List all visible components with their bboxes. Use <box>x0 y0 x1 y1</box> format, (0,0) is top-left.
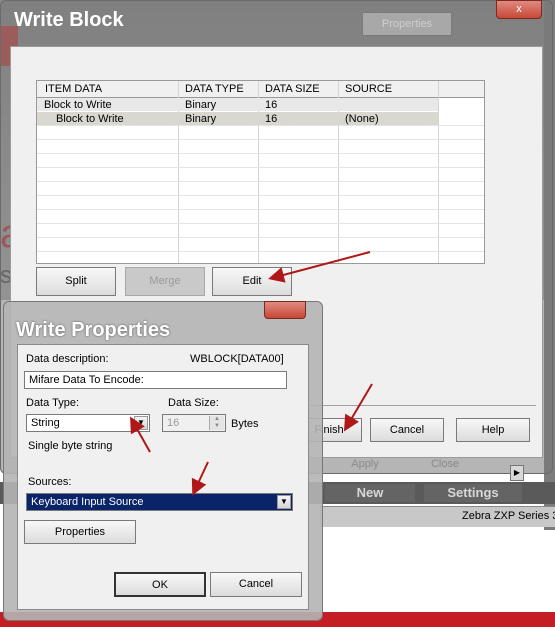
grid-row-line <box>37 181 484 182</box>
grid-row-line <box>37 209 484 210</box>
chevron-down-icon[interactable]: ▼ <box>134 416 148 430</box>
grid-column-line <box>438 81 439 263</box>
table-row[interactable]: Block to Write Binary 16 <box>37 98 438 111</box>
data-description-id: WBLOCK[DATA00] <box>190 353 284 365</box>
cell-source: (None) <box>345 113 379 125</box>
cell-item-data: Block to Write <box>44 99 112 111</box>
tab-settings[interactable]: Settings <box>424 484 522 502</box>
ok-button[interactable]: OK <box>114 572 206 597</box>
separator <box>296 405 536 406</box>
cell-data-size: 16 <box>265 113 278 125</box>
grid-row-line <box>37 223 484 224</box>
data-type-dropdown[interactable]: String ▼ <box>26 414 150 432</box>
write-block-close-button[interactable]: x <box>496 0 542 19</box>
grid-row-line <box>37 153 484 154</box>
write-properties-title: Write Properties <box>16 319 171 341</box>
grid-row-line <box>37 195 484 196</box>
cell-data-type: Binary <box>185 113 217 125</box>
cell-data-type: Binary <box>185 99 217 111</box>
grid-row-line <box>37 139 484 140</box>
properties-button[interactable]: Properties <box>24 520 136 544</box>
data-size-label: Data Size: <box>168 397 219 409</box>
cancel-button[interactable]: Cancel <box>370 418 444 442</box>
grid-row-line <box>37 251 484 252</box>
write-properties-close-button[interactable] <box>264 301 306 319</box>
table-row[interactable]: Block to Write Binary 16 (None) <box>37 112 438 125</box>
split-button[interactable]: Split <box>36 267 116 296</box>
block-data-grid: ITEM DATA DATA TYPE DATA SIZE SOURCE Blo… <box>36 80 485 264</box>
column-header-data-type[interactable]: DATA TYPE <box>185 81 244 97</box>
grid-row-line <box>37 167 484 168</box>
background-apply-button[interactable]: Apply <box>330 458 400 474</box>
status-printer-name: Zebra ZXP Series 3 <box>462 510 555 522</box>
cell-data-size: 16 <box>265 99 278 111</box>
grid-row-line <box>37 237 484 238</box>
column-header-source[interactable]: SOURCE <box>345 81 392 97</box>
scroll-right-icon[interactable]: ▶ <box>510 465 524 481</box>
bytes-label: Bytes <box>231 418 259 430</box>
write-block-title: Write Block <box>14 9 124 31</box>
chevron-down-icon[interactable]: ▼ <box>277 495 291 509</box>
cell-item-data: Block to Write <box>56 113 124 125</box>
data-description-label: Data description: <box>26 353 109 365</box>
data-type-label: Data Type: <box>26 397 79 409</box>
data-type-hint: Single byte string <box>28 440 113 452</box>
data-description-field[interactable]: Mifare Data To Encode: <box>24 371 287 389</box>
grid-header: ITEM DATA DATA TYPE DATA SIZE SOURCE <box>37 81 484 98</box>
background-properties-button[interactable]: Properties <box>362 12 452 36</box>
sources-label: Sources: <box>28 476 72 488</box>
edit-button[interactable]: Edit <box>212 267 292 296</box>
sources-value: Keyboard Input Source <box>31 496 144 508</box>
sources-dropdown[interactable]: Keyboard Input Source ▼ <box>26 493 293 511</box>
merge-button[interactable]: Merge <box>125 267 205 296</box>
background-close-button[interactable]: Close <box>410 458 480 474</box>
data-size-value: 16 <box>167 417 180 429</box>
help-button[interactable]: Help <box>456 418 530 442</box>
tab-new[interactable]: New <box>325 484 415 502</box>
cancel-button[interactable]: Cancel <box>210 572 302 597</box>
column-header-item-data[interactable]: ITEM DATA <box>45 81 102 97</box>
data-type-value: String <box>31 417 60 429</box>
column-header-data-size[interactable]: DATA SIZE <box>265 81 320 97</box>
spin-arrows-icon[interactable]: ▲ ▼ <box>209 416 224 430</box>
data-size-stepper[interactable]: 16 ▲ ▼ <box>162 414 226 432</box>
